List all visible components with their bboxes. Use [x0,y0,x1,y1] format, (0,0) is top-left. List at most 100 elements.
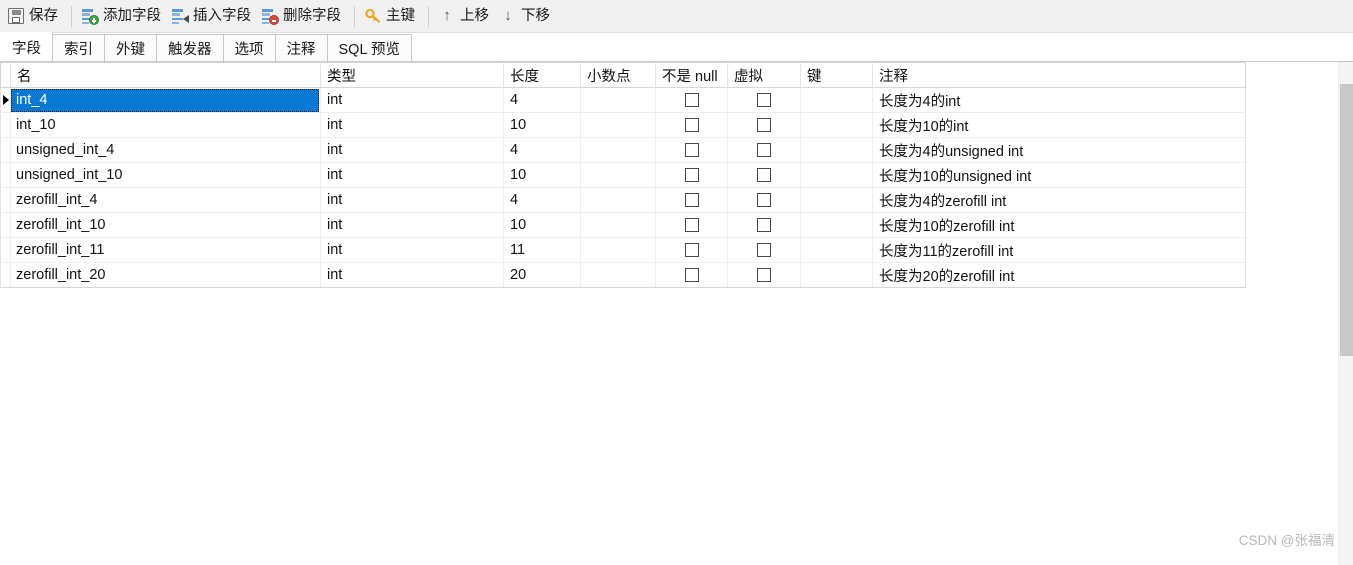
cell-length[interactable]: 11 [503,237,581,263]
cell-comment[interactable]: 长度为4的int [872,87,1246,113]
tab-5[interactable]: 注释 [274,34,328,61]
cell-not-null[interactable] [655,262,728,288]
grid-header-notnull[interactable]: 不是 null [655,62,728,88]
cell-not-null[interactable] [655,112,728,138]
save-button[interactable]: 保存 [4,3,65,29]
add-field-button[interactable]: 添加字段 [78,3,168,29]
table-row[interactable]: zerofill_int_20 int 20 长度为20的zerofill int [0,262,1246,288]
cell-key[interactable] [800,162,873,188]
cell-comment[interactable]: 长度为10的int [872,112,1246,138]
cell-virtual[interactable] [727,112,801,138]
cell-virtual[interactable] [727,87,801,113]
not-null-checkbox[interactable] [684,168,699,182]
cell-type[interactable]: int [320,187,504,213]
cell-name[interactable]: zerofill_int_11 [10,237,321,263]
cell-type[interactable]: int [320,262,504,288]
tab-2[interactable]: 外键 [104,34,157,61]
cell-virtual[interactable] [727,237,801,263]
insert-field-button[interactable]: 插入字段 [168,3,258,29]
cell-comment[interactable]: 长度为4的unsigned int [872,137,1246,163]
cell-key[interactable] [800,262,873,288]
virtual-checkbox[interactable] [757,143,771,157]
grid-header-key[interactable]: 键 [800,62,873,88]
cell-decimals[interactable] [580,162,656,188]
cell-length[interactable]: 4 [503,187,581,213]
cell-key[interactable] [800,87,873,113]
cell-type[interactable]: int [320,112,504,138]
cell-virtual[interactable] [727,212,801,238]
not-null-checkbox[interactable] [684,268,699,282]
grid-header-decimals[interactable]: 小数点 [580,62,656,88]
tab-4[interactable]: 选项 [222,34,276,61]
cell-key[interactable] [800,237,873,263]
row-marker-cell[interactable] [0,262,11,288]
tab-1[interactable]: 索引 [52,34,105,61]
virtual-checkbox[interactable] [757,93,771,107]
cell-length[interactable]: 10 [503,112,581,138]
table-row[interactable]: int_10 int 10 长度为10的int [0,112,1246,138]
cell-not-null[interactable] [655,162,728,188]
row-marker-cell[interactable] [0,137,11,163]
virtual-checkbox[interactable] [757,268,771,282]
primary-key-button[interactable]: 主键 [361,3,422,29]
grid-header-type[interactable]: 类型 [320,62,504,88]
cell-name[interactable]: int_4 [10,87,321,113]
row-marker-cell[interactable] [0,87,11,113]
cell-decimals[interactable] [580,137,656,163]
cell-length[interactable]: 10 [503,212,581,238]
virtual-checkbox[interactable] [757,243,771,257]
virtual-checkbox[interactable] [757,193,771,207]
cell-key[interactable] [800,212,873,238]
move-down-button[interactable]: ↓ 下移 [496,3,557,29]
cell-decimals[interactable] [580,112,656,138]
cell-decimals[interactable] [580,187,656,213]
cell-comment[interactable]: 长度为4的zerofill int [872,187,1246,213]
cell-type[interactable]: int [320,87,504,113]
cell-comment[interactable]: 长度为11的zerofill int [872,237,1246,263]
cell-name[interactable]: int_10 [10,112,321,138]
grid-header-virtual[interactable]: 虚拟 [727,62,801,88]
grid-header-name[interactable]: 名 [10,62,321,88]
cell-key[interactable] [800,137,873,163]
cell-comment[interactable]: 长度为10的zerofill int [872,212,1246,238]
tab-6[interactable]: SQL 预览 [326,34,413,61]
table-row[interactable]: zerofill_int_10 int 10 长度为10的zerofill int [0,212,1246,238]
delete-field-button[interactable]: 删除字段 [258,3,348,29]
table-row[interactable]: unsigned_int_4 int 4 长度为4的unsigned int [0,137,1246,163]
not-null-checkbox[interactable] [684,218,699,232]
cell-not-null[interactable] [655,87,728,113]
grid-header-comment[interactable]: 注释 [872,62,1246,88]
not-null-checkbox[interactable] [684,243,699,257]
cell-key[interactable] [800,112,873,138]
not-null-checkbox[interactable] [684,143,699,157]
cell-type[interactable]: int [320,137,504,163]
table-row[interactable]: int_4 int 4 长度为4的int [0,87,1246,113]
row-marker-cell[interactable] [0,187,11,213]
cell-name[interactable]: zerofill_int_4 [10,187,321,213]
cell-virtual[interactable] [727,262,801,288]
cell-not-null[interactable] [655,187,728,213]
virtual-checkbox[interactable] [757,168,771,182]
cell-name[interactable]: unsigned_int_4 [10,137,321,163]
cell-decimals[interactable] [580,87,656,113]
cell-key[interactable] [800,187,873,213]
cell-length[interactable]: 4 [503,137,581,163]
row-marker-cell[interactable] [0,237,11,263]
cell-virtual[interactable] [727,137,801,163]
cell-length[interactable]: 4 [503,87,581,113]
cell-name[interactable]: unsigned_int_10 [10,162,321,188]
virtual-checkbox[interactable] [757,218,771,232]
cell-decimals[interactable] [580,262,656,288]
grid-header-length[interactable]: 长度 [503,62,581,88]
cell-type[interactable]: int [320,212,504,238]
cell-not-null[interactable] [655,137,728,163]
cell-length[interactable]: 10 [503,162,581,188]
row-marker-cell[interactable] [0,212,11,238]
cell-decimals[interactable] [580,237,656,263]
not-null-checkbox[interactable] [684,118,699,132]
table-row[interactable]: unsigned_int_10 int 10 长度为10的unsigned int [0,162,1246,188]
cell-decimals[interactable] [580,212,656,238]
not-null-checkbox[interactable] [684,193,699,207]
cell-type[interactable]: int [320,162,504,188]
cell-comment[interactable]: 长度为20的zerofill int [872,262,1246,288]
